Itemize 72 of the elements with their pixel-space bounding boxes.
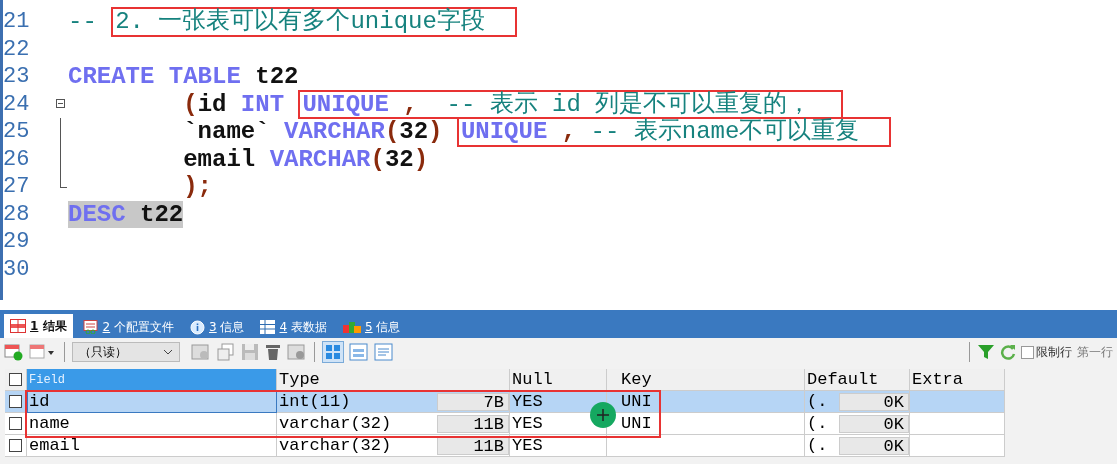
row-checkbox[interactable] xyxy=(9,439,22,452)
form-view-icon[interactable] xyxy=(349,343,369,361)
line-number: 23 xyxy=(3,63,31,91)
table-cell: email xyxy=(27,435,277,457)
line-number: 24 xyxy=(3,90,31,118)
result-tab[interactable]: 2 个配置文件 xyxy=(76,316,180,338)
line-number: 22 xyxy=(3,35,31,63)
mode-select[interactable]: （只读） xyxy=(72,342,180,362)
delete-grid-icon[interactable] xyxy=(287,343,307,361)
first-row-label: 第一行 xyxy=(1077,343,1113,361)
list-icon xyxy=(82,320,99,334)
code-text: email VARCHAR(32) xyxy=(182,145,429,173)
save-icon[interactable] xyxy=(241,343,259,361)
column-header[interactable]: Type xyxy=(277,369,510,391)
dropdown-menu-icon[interactable] xyxy=(29,343,57,361)
table-cell: (. xyxy=(807,390,828,413)
result-tab[interactable]: 3 信息 xyxy=(184,316,251,338)
result-tab[interactable]: 4 表数据 xyxy=(254,316,333,338)
line-number: 29 xyxy=(3,228,31,256)
add-row-icon[interactable] xyxy=(4,343,24,361)
result-tab[interactable]: 5 信息 xyxy=(336,316,407,338)
filter-icon[interactable] xyxy=(977,343,995,361)
line-number: 28 xyxy=(3,200,31,228)
info-icon xyxy=(190,319,205,335)
code-text: (id INT xyxy=(182,90,286,118)
table-cell: YES xyxy=(510,435,607,457)
cursor-marker xyxy=(589,401,617,429)
code-text: `name` VARCHAR(32) xyxy=(182,118,444,146)
size-cell: 0K xyxy=(839,436,909,455)
table-cell: varchar(32) xyxy=(279,434,392,457)
row-checkbox[interactable] xyxy=(9,417,22,430)
code-text: UNIQUE , -- 表示 id 列是不可以重复的， xyxy=(302,90,812,118)
column-header[interactable]: Null xyxy=(510,369,607,391)
table-cell: (. xyxy=(807,434,828,457)
line-number: 21 xyxy=(3,8,31,36)
trash-icon[interactable] xyxy=(264,343,282,361)
grid-edit-icon[interactable] xyxy=(191,343,211,361)
text-view-icon[interactable] xyxy=(374,343,394,361)
code-text: UNIQUE , -- 表示name不可以重复 xyxy=(460,118,860,145)
table-cell: UNI xyxy=(621,392,652,411)
table-row[interactable]: id int(11) 7B YES UNI (. 0K xyxy=(5,391,1005,413)
table-cell: UNI xyxy=(621,414,652,433)
chevron-down-icon xyxy=(163,349,173,355)
size-cell: 7B xyxy=(437,392,509,411)
table-cell: varchar(32) xyxy=(279,412,392,435)
row-checkbox[interactable] xyxy=(9,395,22,408)
size-cell: 11B xyxy=(437,414,509,433)
code-text: DESC t22 xyxy=(68,200,184,228)
collapse-icon[interactable] xyxy=(56,98,65,108)
table-cell: (. xyxy=(807,412,828,435)
table-icon xyxy=(260,320,276,334)
size-cell: 0K xyxy=(839,392,909,411)
code-text: CREATE TABLE t22 xyxy=(68,63,299,91)
limit-rows-checkbox[interactable]: 限制行 xyxy=(1021,343,1072,361)
line-number: 26 xyxy=(3,145,31,173)
line-number: 25 xyxy=(3,118,31,146)
select-all-checkbox[interactable] xyxy=(9,373,22,386)
grid-icon xyxy=(10,319,26,333)
line-number: 27 xyxy=(3,173,31,201)
code-text: -- xyxy=(68,8,98,36)
table-row[interactable]: name varchar(32) 11B YES UNI (. 0K xyxy=(5,413,1005,435)
refresh-icon[interactable] xyxy=(1000,344,1016,360)
grid-view-icon[interactable] xyxy=(322,341,344,363)
result-tab[interactable]: 1 结果 xyxy=(4,314,73,338)
code-text: ); xyxy=(182,173,213,201)
size-cell: 0K xyxy=(839,414,909,433)
blocks-icon xyxy=(342,320,361,334)
line-number: 30 xyxy=(3,255,31,283)
table-cell: int(11) xyxy=(279,390,351,413)
code-text: 2. 一张表可以有多个unique字段 xyxy=(115,8,485,35)
copy-icon[interactable] xyxy=(216,343,236,361)
table-row[interactable]: email varchar(32) 11B YES (. 0K xyxy=(5,435,1005,457)
